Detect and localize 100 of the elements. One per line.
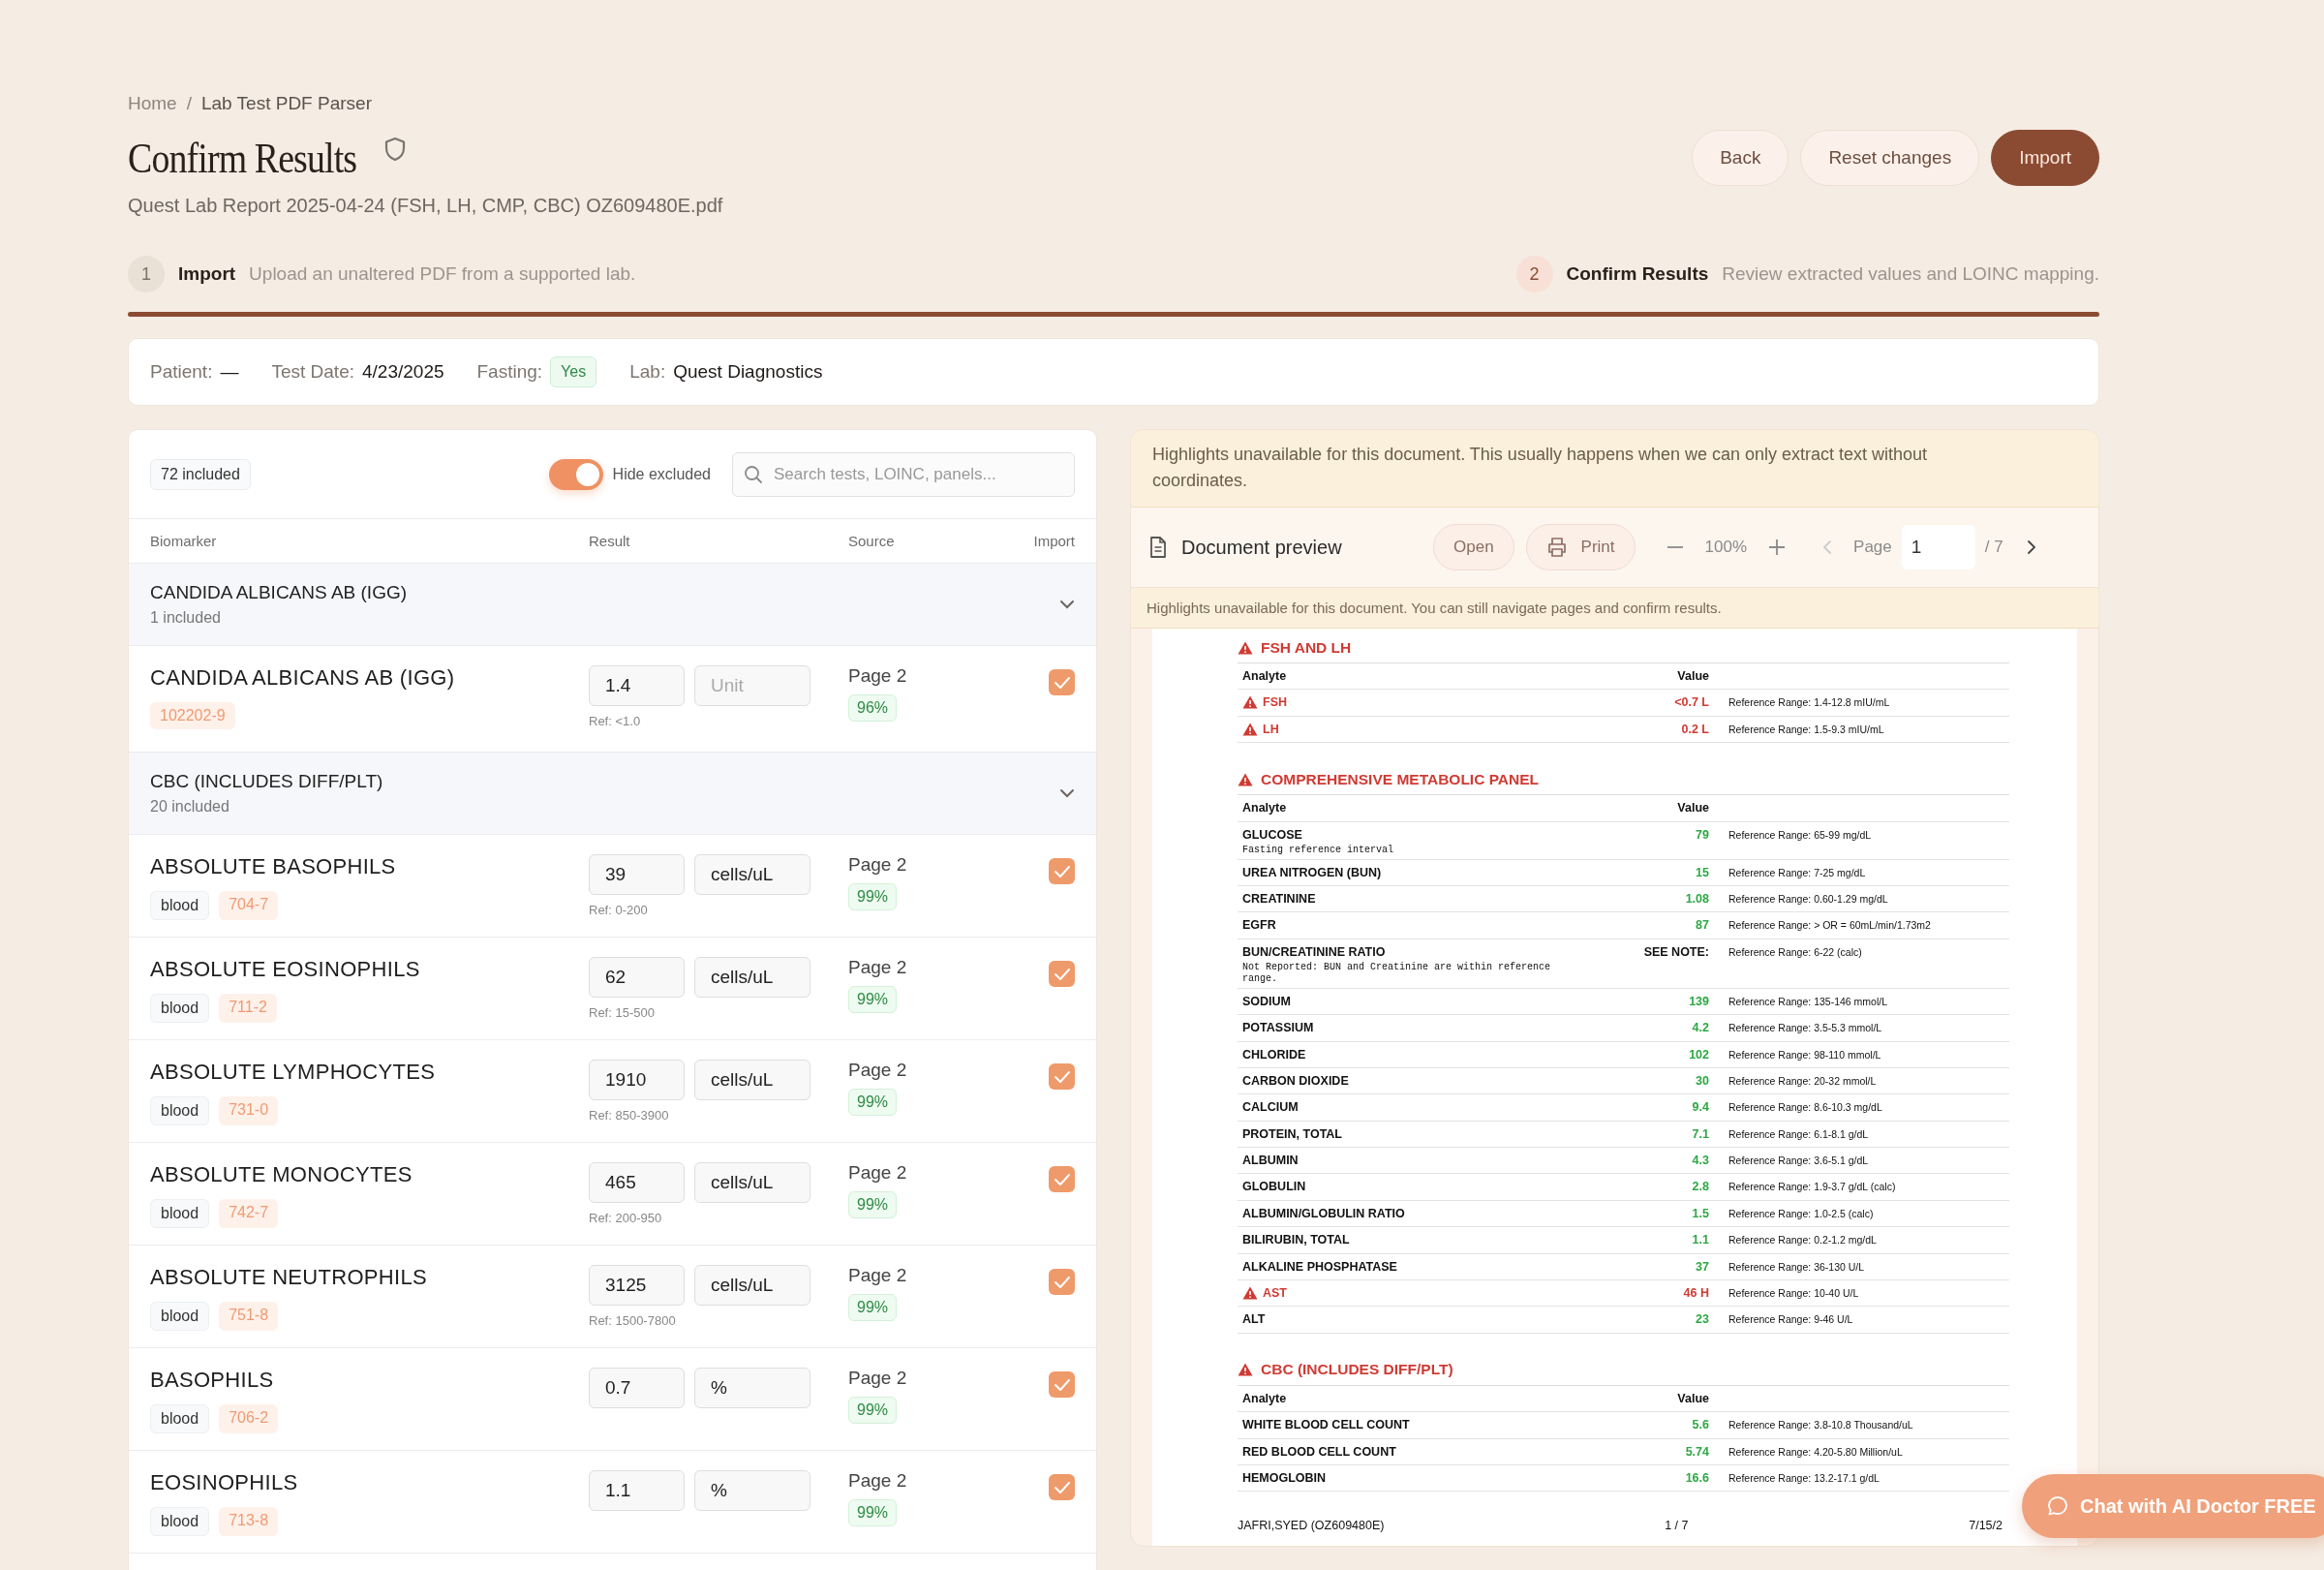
footer-patient: JAFRI,SYED (OZ609480E) bbox=[1238, 1519, 1385, 1533]
biomarker-name: BASOPHILS bbox=[150, 1368, 275, 1393]
reference-range: Reference Range: 9-46 U/L bbox=[1728, 1312, 1854, 1326]
notice-text: Highlights unavailable for this document. This usually happens when we can only extract text without coordinates. bbox=[1131, 430, 2098, 508]
check-icon bbox=[1053, 675, 1071, 690]
analyte-name: HEMOGLOBIN bbox=[1242, 1471, 1327, 1485]
minus-icon[interactable] bbox=[1666, 545, 1684, 549]
column-header: Analyte bbox=[1241, 1391, 1288, 1405]
unit-field[interactable]: cells/uL bbox=[694, 1162, 810, 1203]
analyte-value: 5.74 bbox=[1684, 1444, 1709, 1459]
reference-range: Reference Range: 6-22 (calc) bbox=[1728, 944, 1863, 958]
specimen-tag: blood bbox=[150, 1096, 210, 1125]
import-button[interactable]: Import bbox=[1991, 130, 2099, 186]
chevron-down-icon[interactable] bbox=[1059, 600, 1075, 609]
reference-range: Reference Range: 1.4-12.8 mIU/mL bbox=[1728, 695, 1891, 709]
group-header[interactable]: CANDIDA ALBICANS AB (IGG) 1 included bbox=[129, 564, 1096, 646]
plus-icon[interactable] bbox=[1768, 539, 1787, 556]
analyte-value: 79 bbox=[1695, 827, 1709, 842]
unit-field[interactable]: cells/uL bbox=[694, 1265, 810, 1306]
step-number: 1 bbox=[128, 256, 165, 292]
info-value: 4/23/2025 bbox=[362, 361, 444, 383]
check-icon bbox=[1053, 864, 1071, 878]
reference-range: Reference Range: 135-146 mmol/L bbox=[1728, 994, 1888, 1007]
value-field[interactable]: 62 bbox=[589, 957, 685, 998]
value-field[interactable]: 1910 bbox=[589, 1060, 685, 1100]
analyte-value: 7.1 bbox=[1691, 1126, 1709, 1141]
import-checkbox[interactable] bbox=[1049, 961, 1075, 987]
unit-field[interactable]: cells/uL bbox=[694, 957, 810, 998]
reference-range: Reference Range: 3.8-10.8 Thousand/uL bbox=[1728, 1418, 1914, 1431]
group-header[interactable]: CBC (INCLUDES DIFF/PLT) 20 included bbox=[129, 753, 1096, 835]
unit-field[interactable]: % bbox=[694, 1470, 810, 1511]
specimen-tag: blood bbox=[150, 891, 210, 920]
printer-icon bbox=[1545, 537, 1568, 558]
info-label: Lab: bbox=[629, 361, 666, 383]
reference-range: Reference Range: 0.2-1.2 mg/dL bbox=[1728, 1233, 1878, 1247]
page-field[interactable]: 1 bbox=[1901, 525, 1975, 570]
step-label: Confirm Results bbox=[1566, 263, 1709, 285]
check-icon bbox=[1053, 1377, 1071, 1392]
unit-field[interactable]: cells/uL bbox=[694, 1060, 810, 1100]
open-button[interactable]: Open bbox=[1433, 524, 1514, 570]
warning-icon bbox=[1242, 722, 1258, 736]
step-label: Import bbox=[178, 263, 236, 285]
reference-range: Ref: 850-3900 bbox=[589, 1108, 670, 1123]
toggle-switch[interactable] bbox=[548, 458, 603, 490]
import-checkbox[interactable] bbox=[1049, 1063, 1075, 1090]
action-button[interactable]: Reset changes bbox=[1800, 130, 1980, 186]
value-field[interactable]: 1.1 bbox=[589, 1470, 685, 1511]
confidence-badge: 99% bbox=[848, 986, 898, 1013]
loinc-code: 706-2 bbox=[219, 1404, 279, 1433]
analyte-name: BILIRUBIN, TOTAL bbox=[1242, 1233, 1350, 1247]
value-field[interactable]: 465 bbox=[589, 1162, 685, 1203]
confidence-badge: 96% bbox=[848, 694, 898, 722]
page-label: Page bbox=[1853, 538, 1892, 557]
group-count: 20 included bbox=[150, 798, 230, 816]
import-checkbox[interactable] bbox=[1049, 1371, 1075, 1398]
reference-range: Reference Range: 4.20-5.80 Million/uL bbox=[1728, 1444, 1904, 1458]
loinc-code: 711-2 bbox=[219, 994, 277, 1023]
action-button[interactable]: Back bbox=[1692, 130, 1789, 186]
print-button[interactable]: Print bbox=[1525, 524, 1636, 570]
value-field[interactable]: 3125 bbox=[589, 1265, 685, 1306]
analyte-value: 1.1 bbox=[1691, 1233, 1709, 1247]
loinc-code: 731-0 bbox=[219, 1096, 279, 1125]
info-value: Quest Diagnostics bbox=[673, 361, 823, 383]
reference-range: Reference Range: 3.5-5.3 mmol/L bbox=[1728, 1021, 1883, 1034]
value-field[interactable]: 39 bbox=[589, 854, 685, 895]
import-checkbox[interactable] bbox=[1049, 669, 1075, 695]
unit-field[interactable]: cells/uL bbox=[694, 854, 810, 895]
chevron-down-icon[interactable] bbox=[1059, 788, 1075, 798]
analyte-name: RED BLOOD CELL COUNT bbox=[1242, 1444, 1396, 1459]
confidence-badge: 99% bbox=[848, 1397, 898, 1424]
analyte-value: 9.4 bbox=[1691, 1100, 1709, 1115]
import-checkbox[interactable] bbox=[1049, 1269, 1075, 1295]
chevron-right-icon[interactable] bbox=[2026, 539, 2036, 555]
analyte-value: SEE NOTE: bbox=[1642, 944, 1709, 959]
import-checkbox[interactable] bbox=[1049, 858, 1075, 884]
analyte-name: LH bbox=[1263, 722, 1279, 736]
reference-range: Reference Range: 1.5-9.3 mIU/mL bbox=[1728, 722, 1885, 735]
loinc-code: 102202-9 bbox=[150, 702, 235, 729]
unit-field[interactable]: % bbox=[694, 1368, 810, 1408]
search-field[interactable]: Search tests, LOINC, panels... bbox=[732, 451, 1075, 497]
analyte-name: ALBUMIN/GLOBULIN RATIO bbox=[1242, 1206, 1405, 1220]
reference-range: Reference Range: 1.0-2.5 (calc) bbox=[1728, 1206, 1875, 1219]
analyte-value: 0.2 L bbox=[1680, 722, 1709, 736]
unit-field[interactable]: Unit bbox=[694, 665, 810, 706]
specimen-tag: blood bbox=[150, 994, 210, 1023]
analyte-name: WHITE BLOOD CELL COUNT bbox=[1242, 1418, 1410, 1432]
value-field[interactable]: 1.4 bbox=[589, 665, 685, 706]
analyte-value: 16.6 bbox=[1684, 1471, 1709, 1485]
import-checkbox[interactable] bbox=[1049, 1166, 1075, 1192]
analyte-name: GLOBULIN bbox=[1242, 1180, 1306, 1194]
document-icon bbox=[1148, 536, 1168, 559]
import-checkbox[interactable] bbox=[1049, 1474, 1075, 1500]
analyte-value: 4.3 bbox=[1691, 1154, 1709, 1168]
reference-range: Reference Range: 20-32 mmol/L bbox=[1728, 1073, 1878, 1087]
reference-range: Reference Range: 3.6-5.1 g/dL bbox=[1728, 1154, 1870, 1167]
analyte-name: GLUCOSE bbox=[1242, 827, 1302, 842]
step-number: 2 bbox=[1515, 256, 1553, 292]
value-field[interactable]: 0.7 bbox=[589, 1368, 685, 1408]
reference-range: Reference Range: 6.1-8.1 g/dL bbox=[1728, 1126, 1870, 1140]
count-badge: 72 included bbox=[150, 458, 251, 490]
